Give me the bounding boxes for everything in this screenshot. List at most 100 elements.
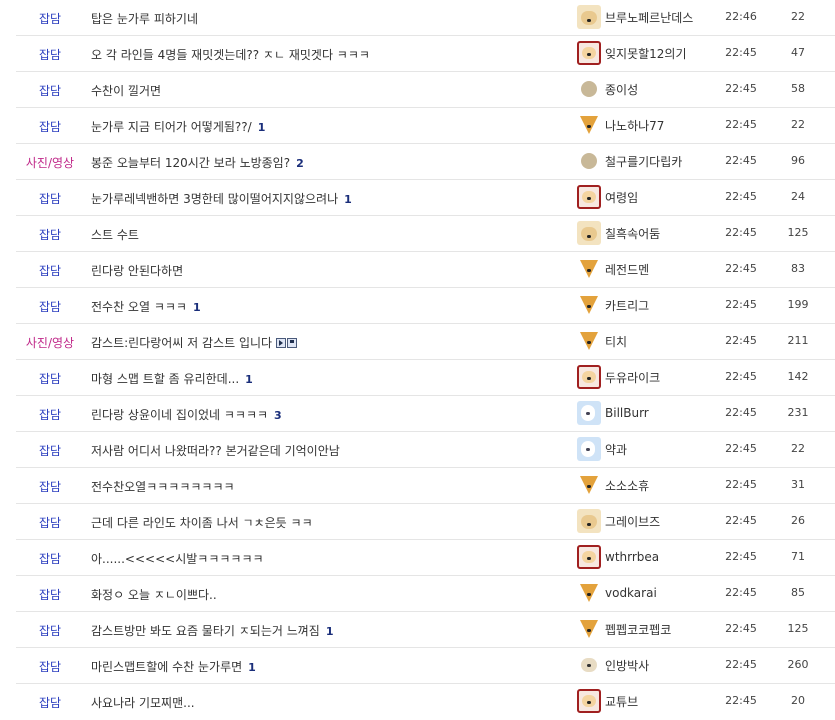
- post-title-link[interactable]: 감스트:린다랑어씨 저 감스트 입니다: [91, 336, 272, 350]
- post-row[interactable]: 잡담 눈가루레넥밴하면 3명한테 많이떨어지지않으려나 1 여령임 22:45 24: [16, 180, 835, 216]
- post-title-link[interactable]: 수찬이 낄거면: [91, 84, 161, 98]
- post-category-link[interactable]: 잡담: [16, 226, 84, 243]
- post-title-link[interactable]: 오 각 라인들 4명들 재밋겟는데?? ㅈㄴ 재밋겟다 ㅋㅋㅋ: [91, 48, 370, 62]
- post-author[interactable]: 여령임: [577, 185, 638, 209]
- author-nickname[interactable]: 브루노페르난데스: [605, 9, 693, 26]
- author-nickname[interactable]: 철구를기다립카: [605, 153, 682, 170]
- author-nickname[interactable]: 나노하나77: [605, 117, 664, 134]
- author-nickname[interactable]: 교튜브: [605, 693, 638, 710]
- post-author[interactable]: vodkarai: [577, 581, 657, 605]
- post-category-link[interactable]: 잡담: [16, 298, 84, 315]
- post-row[interactable]: 잡담 오 각 라인들 4명들 재밋겟는데?? ㅈㄴ 재밋겟다 ㅋㅋㅋ 잊지못할12의…: [16, 36, 835, 72]
- post-title-link[interactable]: 저사람 어디서 나왔떠라?? 본거같은데 기억이안남: [91, 444, 340, 458]
- post-row[interactable]: 잡담 스트 수트 칠흑속어둠 22:45 125: [16, 216, 835, 252]
- post-row[interactable]: 사진/영상 감스트:린다랑어씨 저 감스트 입니다 티치 22:45 211: [16, 324, 835, 360]
- post-category-link[interactable]: 잡담: [16, 658, 84, 675]
- post-category-link[interactable]: 잡담: [16, 622, 84, 639]
- post-author[interactable]: 레전드멘: [577, 257, 649, 281]
- author-nickname[interactable]: wthrrbea: [605, 550, 659, 564]
- post-row[interactable]: 잡담 화정ㅇ 오늘 ㅈㄴ이쁘다.. vodkarai 22:45 85: [16, 576, 835, 612]
- post-category-link[interactable]: 잡담: [16, 694, 84, 711]
- author-nickname[interactable]: 약과: [605, 441, 627, 458]
- comment-count[interactable]: 1: [258, 121, 266, 134]
- post-category-link[interactable]: 사진/영상: [16, 154, 84, 171]
- post-title-link[interactable]: 화정ㅇ 오늘 ㅈㄴ이쁘다..: [91, 588, 217, 602]
- post-title-link[interactable]: 전수찬 오열 ㅋㅋㅋ: [91, 300, 187, 314]
- author-nickname[interactable]: 티치: [605, 333, 627, 350]
- post-category-link[interactable]: 잡담: [16, 190, 84, 207]
- post-title-link[interactable]: 린다랑 안된다하면: [91, 264, 183, 278]
- post-category-link[interactable]: 잡담: [16, 118, 84, 135]
- post-title-link[interactable]: 스트 수트: [91, 228, 139, 242]
- post-author[interactable]: 인방박사: [577, 653, 649, 677]
- post-author[interactable]: 티치: [577, 329, 627, 353]
- post-author[interactable]: 칠흑속어둠: [577, 221, 660, 245]
- post-author[interactable]: 소소소휴: [577, 473, 649, 497]
- author-nickname[interactable]: 두유라이크: [605, 369, 660, 386]
- post-category-link[interactable]: 잡담: [16, 370, 84, 387]
- post-row[interactable]: 잡담 저사람 어디서 나왔떠라?? 본거같은데 기억이안남 약과 22:45 22: [16, 432, 835, 468]
- author-nickname[interactable]: 종이성: [605, 81, 638, 98]
- post-title-link[interactable]: 사요나라 기모찌맨...: [91, 696, 195, 710]
- post-title-link[interactable]: 근데 다른 라인도 차이좀 나서 ㄱㅊ은듯 ㅋㅋ: [91, 516, 313, 530]
- post-author[interactable]: wthrrbea: [577, 545, 659, 569]
- post-title-link[interactable]: 전수찬오열ㅋㅋㅋㅋㅋㅋㅋㅋ: [91, 480, 235, 494]
- post-author[interactable]: 두유라이크: [577, 365, 660, 389]
- post-author[interactable]: 그레이브즈: [577, 509, 660, 533]
- comment-count[interactable]: 2: [296, 157, 304, 170]
- post-title-link[interactable]: 마형 스맵 트할 좀 유리한데...: [91, 372, 239, 386]
- post-title-link[interactable]: 탑은 눈가루 피하기네: [91, 12, 198, 26]
- post-title-link[interactable]: 봉준 오늘부터 120시간 보라 노방종임?: [91, 156, 290, 170]
- post-author[interactable]: BillBurr: [577, 401, 649, 425]
- comment-count[interactable]: 1: [344, 193, 352, 206]
- author-nickname[interactable]: 여령임: [605, 189, 638, 206]
- post-author[interactable]: 교튜브: [577, 689, 638, 713]
- post-row[interactable]: 잡담 아......<<<<<시발ㅋㅋㅋㅋㅋㅋ wthrrbea 22:45 71: [16, 540, 835, 576]
- post-author[interactable]: 카트리그: [577, 293, 649, 317]
- post-author[interactable]: 약과: [577, 437, 627, 461]
- post-category-link[interactable]: 잡담: [16, 442, 84, 459]
- post-author[interactable]: 나노하나77: [577, 113, 664, 137]
- post-category-link[interactable]: 잡담: [16, 550, 84, 567]
- post-category-link[interactable]: 잡담: [16, 46, 84, 63]
- post-row[interactable]: 잡담 린다랑 상윤이네 집이었네 ㅋㅋㅋㅋ 3 BillBurr 22:45 231: [16, 396, 835, 432]
- author-nickname[interactable]: 카트리그: [605, 297, 649, 314]
- author-nickname[interactable]: 펩펩코코펩코: [605, 621, 671, 638]
- post-category-link[interactable]: 잡담: [16, 478, 84, 495]
- post-title-link[interactable]: 마린스맵트할에 수찬 눈가루면: [91, 660, 242, 674]
- author-nickname[interactable]: 그레이브즈: [605, 513, 660, 530]
- post-row[interactable]: 사진/영상 봉준 오늘부터 120시간 보라 노방종임? 2 철구를기다립카 22:45…: [16, 144, 835, 180]
- post-row[interactable]: 잡담 근데 다른 라인도 차이좀 나서 ㄱㅊ은듯 ㅋㅋ 그레이브즈 22:45 26: [16, 504, 835, 540]
- post-title-link[interactable]: 감스트방만 봐도 요즘 물타기 ㅈ되는거 느껴짐: [91, 624, 320, 638]
- post-title-link[interactable]: 눈가루레넥밴하면 3명한테 많이떨어지지않으려나: [91, 192, 338, 206]
- post-row[interactable]: 잡담 린다랑 안된다하면 레전드멘 22:45 83: [16, 252, 835, 288]
- author-nickname[interactable]: 칠흑속어둠: [605, 225, 660, 242]
- author-nickname[interactable]: 잊지못할12의기: [605, 45, 687, 62]
- post-row[interactable]: 잡담 마린스맵트할에 수찬 눈가루면 1 인방박사 22:45 260: [16, 648, 835, 684]
- comment-count[interactable]: 1: [248, 661, 256, 674]
- post-title-link[interactable]: 아......<<<<<시발ㅋㅋㅋㅋㅋㅋ: [91, 552, 264, 566]
- author-nickname[interactable]: 레전드멘: [605, 261, 649, 278]
- author-nickname[interactable]: 소소소휴: [605, 477, 649, 494]
- post-row[interactable]: 잡담 마형 스맵 트할 좀 유리한데... 1 두유라이크 22:45 142: [16, 360, 835, 396]
- post-category-link[interactable]: 잡담: [16, 262, 84, 279]
- post-author[interactable]: 잊지못할12의기: [577, 41, 687, 65]
- post-title-link[interactable]: 린다랑 상윤이네 집이었네 ㅋㅋㅋㅋ: [91, 408, 268, 422]
- post-row[interactable]: 잡담 감스트방만 봐도 요즘 물타기 ㅈ되는거 느껴짐 1 펩펩코코펩코 22:45 12…: [16, 612, 835, 648]
- author-nickname[interactable]: 인방박사: [605, 657, 649, 674]
- post-author[interactable]: 브루노페르난데스: [577, 5, 693, 29]
- comment-count[interactable]: 1: [245, 373, 253, 386]
- post-title-link[interactable]: 눈가루 지금 티어가 어떻게됨??/: [91, 120, 252, 134]
- post-category-link[interactable]: 잡담: [16, 10, 84, 27]
- post-category-link[interactable]: 잡담: [16, 406, 84, 423]
- author-nickname[interactable]: BillBurr: [605, 406, 649, 420]
- comment-count[interactable]: 3: [274, 409, 282, 422]
- post-category-link[interactable]: 사진/영상: [16, 334, 84, 351]
- post-row[interactable]: 잡담 눈가루 지금 티어가 어떻게됨??/ 1 나노하나77 22:45 22: [16, 108, 835, 144]
- post-category-link[interactable]: 잡담: [16, 82, 84, 99]
- comment-count[interactable]: 1: [326, 625, 334, 638]
- post-author[interactable]: 철구를기다립카: [577, 149, 682, 173]
- post-author[interactable]: 펩펩코코펩코: [577, 617, 671, 641]
- post-row[interactable]: 잡담 수찬이 낄거면 종이성 22:45 58: [16, 72, 835, 108]
- author-nickname[interactable]: vodkarai: [605, 586, 657, 600]
